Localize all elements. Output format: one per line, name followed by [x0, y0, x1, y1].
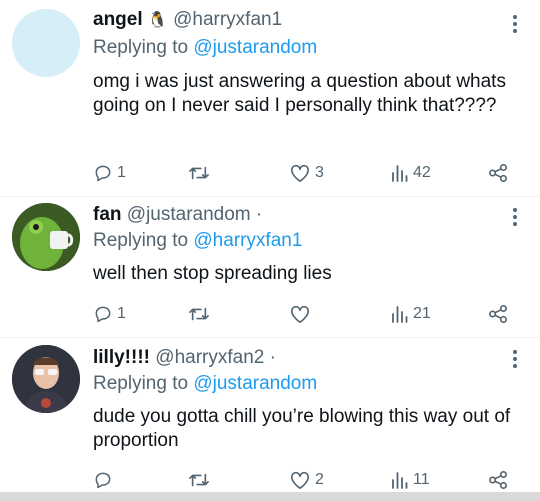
more-vertical-icon[interactable] — [508, 14, 522, 34]
tweet-header: angel 🐧 @harryxfan1 — [93, 8, 282, 33]
display-name[interactable]: fan — [93, 204, 122, 225]
more-vertical-icon[interactable] — [508, 349, 522, 369]
share-icon — [488, 305, 507, 323]
display-name[interactable]: lilly!!!! — [93, 347, 150, 368]
more-vertical-icon[interactable] — [508, 207, 522, 227]
handle[interactable]: @harryxfan1 — [173, 9, 282, 30]
reply-button[interactable] — [93, 469, 113, 491]
replying-to-label: Replying to — [93, 37, 189, 58]
replying-to-label: Replying to — [93, 373, 189, 394]
views-button[interactable]: 21 — [391, 303, 431, 325]
tweet-header: fan @justarandom · — [93, 203, 262, 227]
avatar[interactable] — [12, 203, 80, 271]
retweet-button[interactable] — [188, 469, 210, 491]
tweet-1[interactable]: angel 🐧 @harryxfan1 Replying to @justara… — [0, 0, 540, 195]
like-button[interactable] — [289, 303, 311, 325]
like-button[interactable]: 3 — [289, 162, 324, 184]
tweet-header: lilly!!!! @harryxfan2 · — [93, 346, 276, 370]
tweet-text: well then stop spreading lies — [93, 263, 332, 284]
tweet-2[interactable]: fan @justarandom · Replying to @harryxfa… — [0, 197, 540, 337]
avatar[interactable] — [12, 345, 80, 413]
dot-separator: · — [269, 347, 276, 368]
share-button[interactable] — [487, 162, 509, 184]
heart-icon — [291, 305, 309, 323]
avatar[interactable] — [12, 9, 80, 77]
mention-link[interactable]: @justarandom — [193, 373, 317, 394]
reply-icon — [95, 165, 111, 182]
action-bar: 1 3 42 — [93, 162, 523, 184]
retweet-icon — [189, 473, 209, 487]
reply-icon — [95, 472, 111, 489]
retweet-icon — [189, 307, 209, 321]
tweet-3[interactable]: lilly!!!! @harryxfan2 · Replying to @jus… — [0, 338, 540, 492]
display-name[interactable]: angel — [93, 9, 143, 30]
tweet-text: omg i was just answering a question abou… — [93, 71, 506, 116]
dot-separator: · — [255, 204, 263, 225]
retweet-button[interactable] — [188, 162, 210, 184]
handle[interactable]: @harryxfan2 — [155, 347, 264, 368]
action-bar: 2 11 — [93, 469, 523, 491]
replying-to: Replying to @harryxfan1 — [93, 229, 302, 253]
views-icon — [392, 165, 408, 182]
views-count: 21 — [413, 305, 431, 322]
like-count: 3 — [315, 164, 324, 181]
share-button[interactable] — [487, 469, 509, 491]
like-count: 2 — [315, 471, 324, 488]
views-count: 11 — [413, 471, 430, 488]
tweet-text: dude you gotta chill you’re blowing this… — [93, 406, 511, 451]
mention-link[interactable]: @justarandom — [193, 37, 317, 58]
reply-count: 1 — [117, 164, 126, 181]
handle[interactable]: @justarandom — [127, 204, 251, 225]
reply-button[interactable]: 1 — [93, 303, 126, 325]
reply-icon — [95, 306, 111, 323]
views-icon — [392, 472, 408, 489]
reply-button[interactable]: 1 — [93, 162, 126, 184]
heart-icon — [291, 471, 309, 489]
heart-icon — [291, 164, 309, 182]
like-button[interactable]: 2 — [289, 469, 324, 491]
reply-count: 1 — [117, 305, 126, 322]
share-icon — [488, 471, 507, 489]
mention-link[interactable]: @harryxfan1 — [193, 230, 302, 251]
share-button[interactable] — [487, 303, 509, 325]
bottom-bar — [0, 492, 540, 501]
replying-to-label: Replying to — [93, 230, 189, 251]
share-icon — [488, 164, 507, 182]
retweet-button[interactable] — [188, 303, 210, 325]
action-bar: 1 21 — [93, 303, 523, 325]
replying-to: Replying to @justarandom — [93, 36, 317, 60]
views-count: 42 — [413, 164, 431, 181]
retweet-icon — [189, 166, 209, 180]
views-button[interactable]: 11 — [391, 469, 430, 491]
penguin-emoji: 🐧 — [147, 12, 168, 29]
views-button[interactable]: 42 — [391, 162, 431, 184]
views-icon — [392, 306, 408, 323]
replying-to: Replying to @justarandom — [93, 372, 317, 396]
